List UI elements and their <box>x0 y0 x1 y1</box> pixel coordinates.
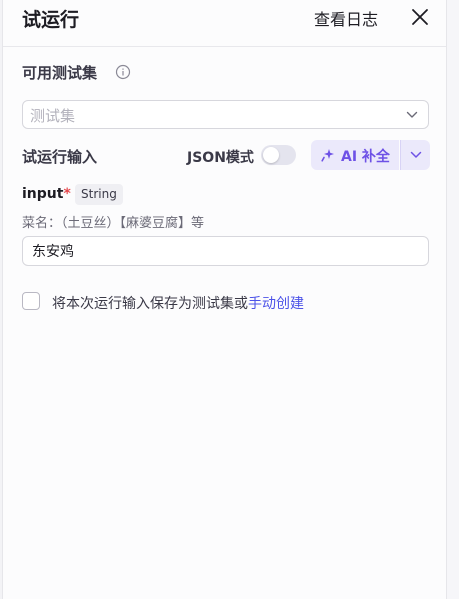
test-set-label: 可用测试集 <box>22 64 98 82</box>
test-set-select[interactable]: 测试集 <box>22 100 429 129</box>
save-as-test-set-checkbox[interactable] <box>22 292 40 310</box>
panel-header: 试运行 查看日志 <box>3 0 446 47</box>
ai-fill-label: AI 补全 <box>341 149 390 165</box>
required-mark: * <box>63 186 71 202</box>
ai-fill-button[interactable]: AI 补全 <box>311 140 399 170</box>
json-mode-toggle[interactable] <box>261 145 296 165</box>
test-run-panel: 试运行 查看日志 可用测试集 测试集 试运行输入 JSON模式 AI 补全 in… <box>2 0 447 599</box>
chevron-down-icon <box>410 151 422 158</box>
close-button[interactable] <box>407 4 433 30</box>
toggle-knob <box>263 147 279 163</box>
input-field[interactable]: 东安鸡 <box>22 236 429 266</box>
panel-title: 试运行 <box>22 9 80 31</box>
run-input-label: 试运行输入 <box>22 148 98 166</box>
save-text-label: 将本次运行输入保存为测试集或 <box>52 296 248 312</box>
field-name-text: input <box>22 186 64 202</box>
chevron-down-icon <box>406 111 418 118</box>
info-icon[interactable] <box>115 64 131 80</box>
save-as-test-set-text: 将本次运行输入保存为测试集或手动创建 <box>52 293 304 313</box>
sparkle-icon <box>321 149 334 162</box>
manual-create-link[interactable]: 手动创建 <box>248 296 304 312</box>
json-mode-label: JSON模式 <box>187 150 254 166</box>
field-type-badge: String <box>75 184 123 205</box>
field-description: 菜名：（土豆丝）【麻婆豆腐】等 <box>22 216 205 231</box>
right-edge-bar <box>447 0 459 599</box>
close-icon <box>412 9 428 25</box>
ai-fill-dropdown[interactable] <box>400 140 430 170</box>
view-log-button[interactable]: 查看日志 <box>314 6 378 30</box>
field-name: input* <box>22 186 71 202</box>
test-set-placeholder: 测试集 <box>30 107 76 125</box>
